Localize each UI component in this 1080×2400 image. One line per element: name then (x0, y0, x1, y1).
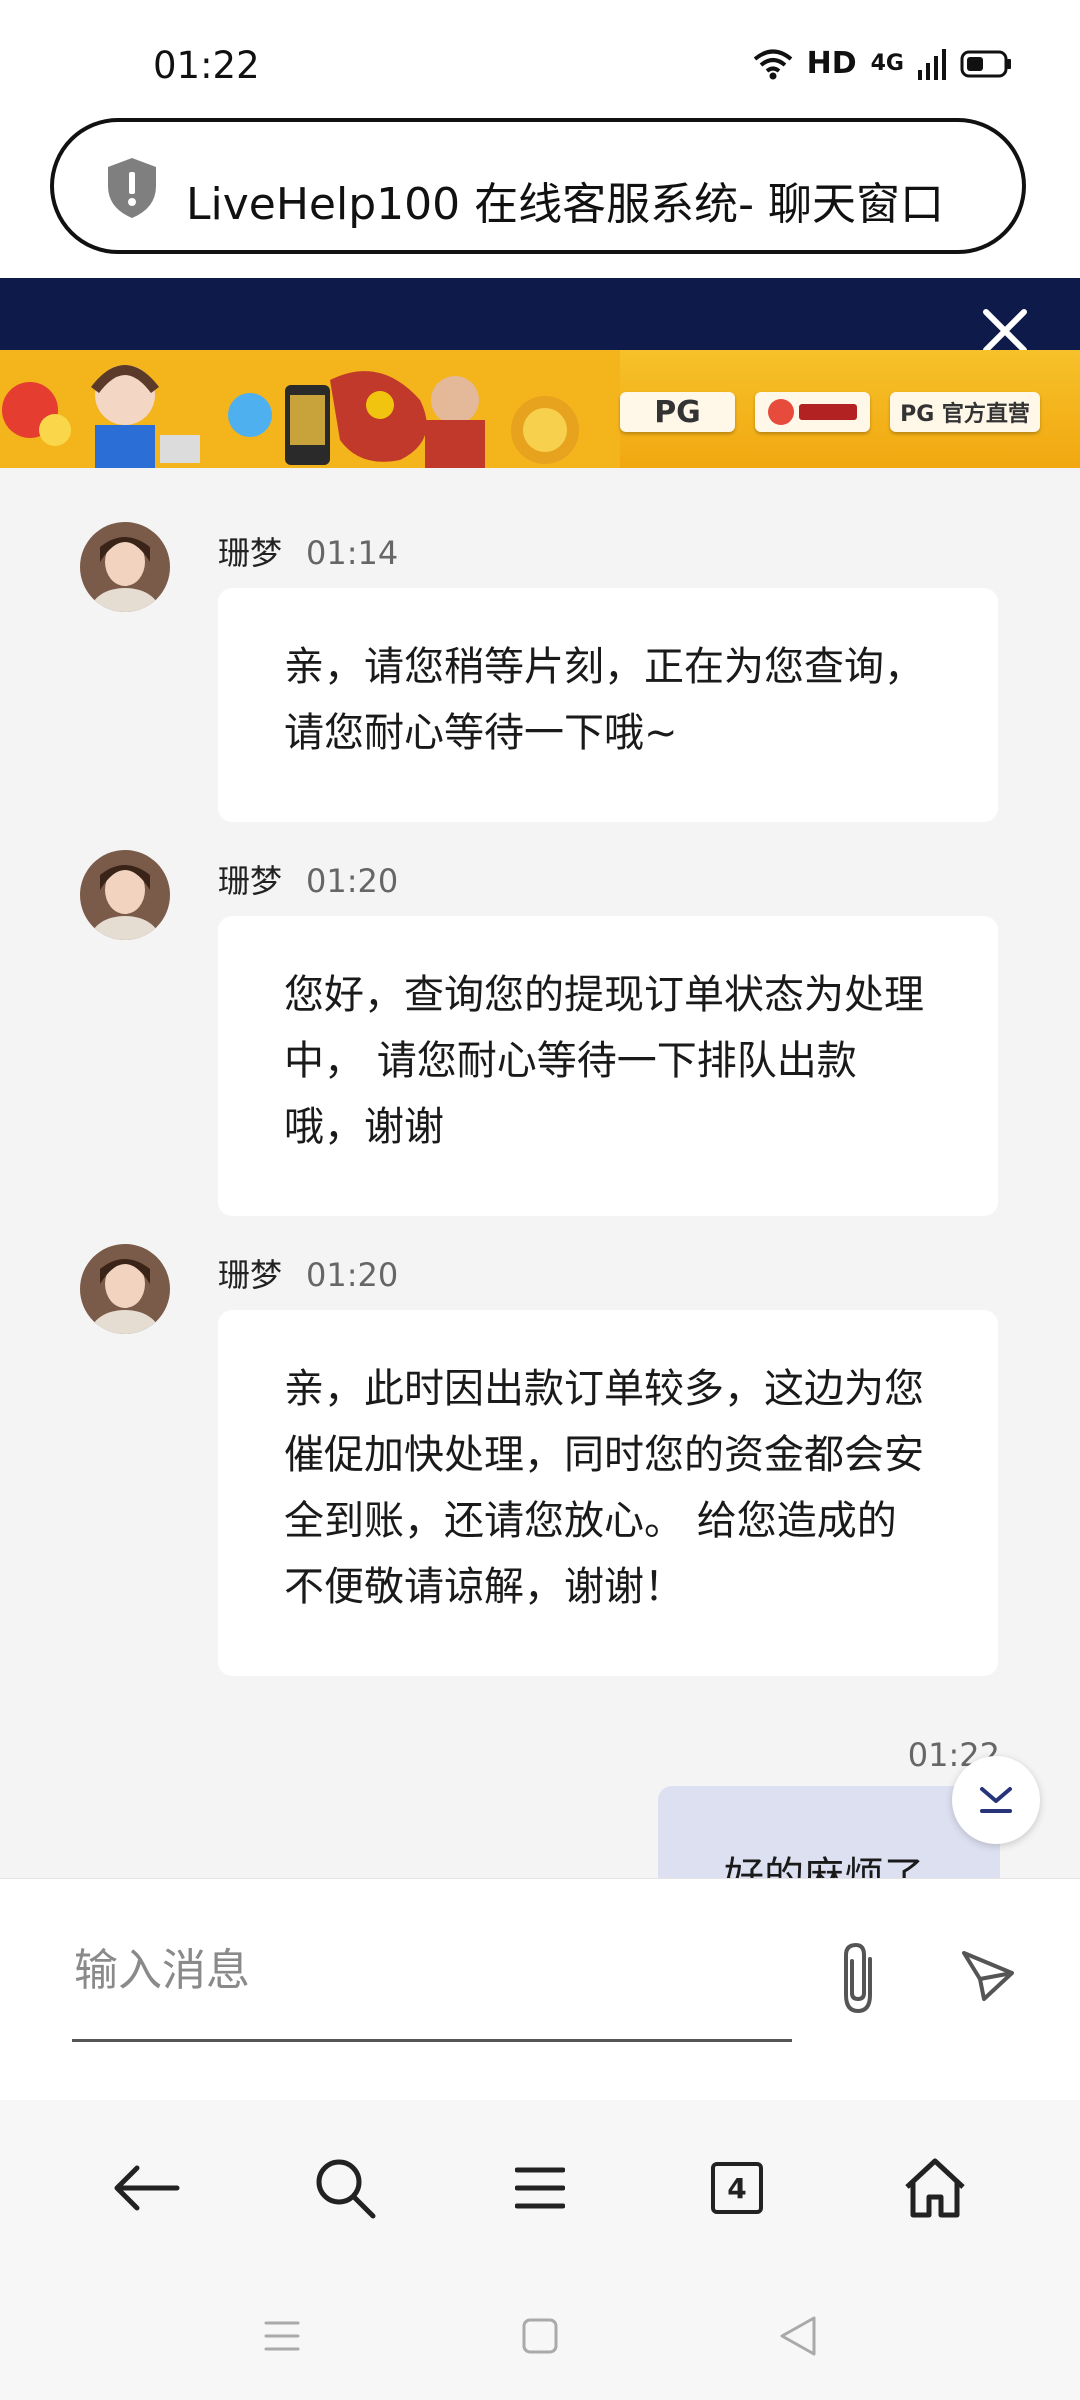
hd-indicator: HD (806, 46, 857, 81)
sender-name: 珊梦 (218, 534, 283, 572)
wifi-icon (753, 49, 792, 79)
input-underline (72, 2039, 792, 2042)
agent-message-bubble: 您好，查询您的提现订单状态为处理中， 请您耐心等待一下排队出款哦，谢谢 (218, 916, 998, 1216)
agent-avatar (80, 522, 170, 612)
message-input[interactable] (72, 1941, 796, 1999)
message-composer (0, 1878, 1080, 2101)
banner-logo-badge (755, 392, 870, 432)
address-bar[interactable]: LiveHelp100 在线客服系统- 聊天窗口 (50, 118, 1026, 254)
chat-header-bar (0, 278, 1080, 350)
status-icons: HD 4G (753, 46, 1012, 81)
menu-icon (515, 2167, 565, 2209)
banner-logo-official: PG 官方直营 (890, 392, 1040, 432)
page-title: LiveHelp100 在线客服系统- 聊天窗口 (186, 179, 944, 230)
home-system-button[interactable] (510, 2306, 570, 2366)
message-time: 01:20 (306, 1256, 399, 1294)
avatar-photo (80, 1244, 170, 1334)
system-navigation-bar (0, 2270, 1080, 2400)
message-time: 01:20 (306, 862, 399, 900)
attachment-icon[interactable] (830, 1941, 886, 2017)
browser-address-area: LiveHelp100 在线客服系统- 聊天窗口 (0, 110, 1080, 278)
ad-banner[interactable]: PG PG 官方直营 (0, 350, 1080, 468)
arrow-left-icon (114, 2165, 180, 2211)
sender-name: 珊梦 (218, 862, 283, 900)
home-icon (905, 2158, 965, 2218)
search-button[interactable] (305, 2148, 385, 2228)
agent-message-bubble: 亲，此时因出款订单较多，这边为您催促加快处理，同时您的资金都会安全到账，还请您放… (218, 1310, 998, 1676)
send-icon[interactable] (960, 1947, 1016, 2003)
status-bar: 01:22 HD 4G (0, 0, 1080, 110)
tab-count: 4 (711, 2162, 763, 2214)
agent-avatar (80, 850, 170, 940)
battery-icon (960, 50, 1011, 77)
back-button[interactable] (106, 2148, 186, 2228)
sender-name: 珊梦 (218, 1256, 283, 1294)
home-button[interactable] (895, 2148, 975, 2228)
cell-type-indicator: 4G (870, 51, 904, 76)
message-meta: 珊梦 01:14 (218, 528, 398, 574)
message-meta: 珊梦 01:20 (218, 856, 398, 902)
search-icon (316, 2159, 376, 2219)
recents-icon (264, 2321, 300, 2351)
recent-apps-button[interactable] (252, 2306, 312, 2366)
chat-message-list[interactable]: 珊梦 01:14 亲，请您稍等片刻，正在为您查询，请您耐心等待一下哦~ 珊梦 01:… (0, 468, 1080, 1878)
menu-button[interactable] (500, 2148, 580, 2228)
status-time: 01:22 (153, 44, 260, 87)
agent-message-bubble: 亲，请您稍等片刻，正在为您查询，请您耐心等待一下哦~ (218, 588, 998, 822)
scroll-to-bottom-button[interactable] (952, 1756, 1040, 1844)
message-meta: 珊梦 01:20 (218, 1250, 398, 1296)
my-message-bubble: 好的麻烦了 (658, 1786, 1000, 1878)
banner-artwork (0, 350, 620, 468)
square-icon (522, 2318, 558, 2354)
close-icon[interactable] (980, 306, 1030, 356)
agent-avatar (80, 1244, 170, 1334)
triangle-back-icon (780, 2316, 816, 2356)
shield-icon (108, 158, 156, 218)
message-time: 01:14 (306, 534, 399, 572)
avatar-photo (80, 522, 170, 612)
avatar-photo (80, 850, 170, 940)
back-system-button[interactable] (768, 2306, 828, 2366)
tabs-button[interactable]: 4 (697, 2148, 777, 2228)
browser-toolbar: 4 (0, 2100, 1080, 2270)
signal-icon (918, 48, 946, 80)
banner-logo-pg: PG (620, 392, 735, 432)
chevron-down-icon (980, 1787, 1012, 1813)
mascot-icon (767, 399, 857, 425)
